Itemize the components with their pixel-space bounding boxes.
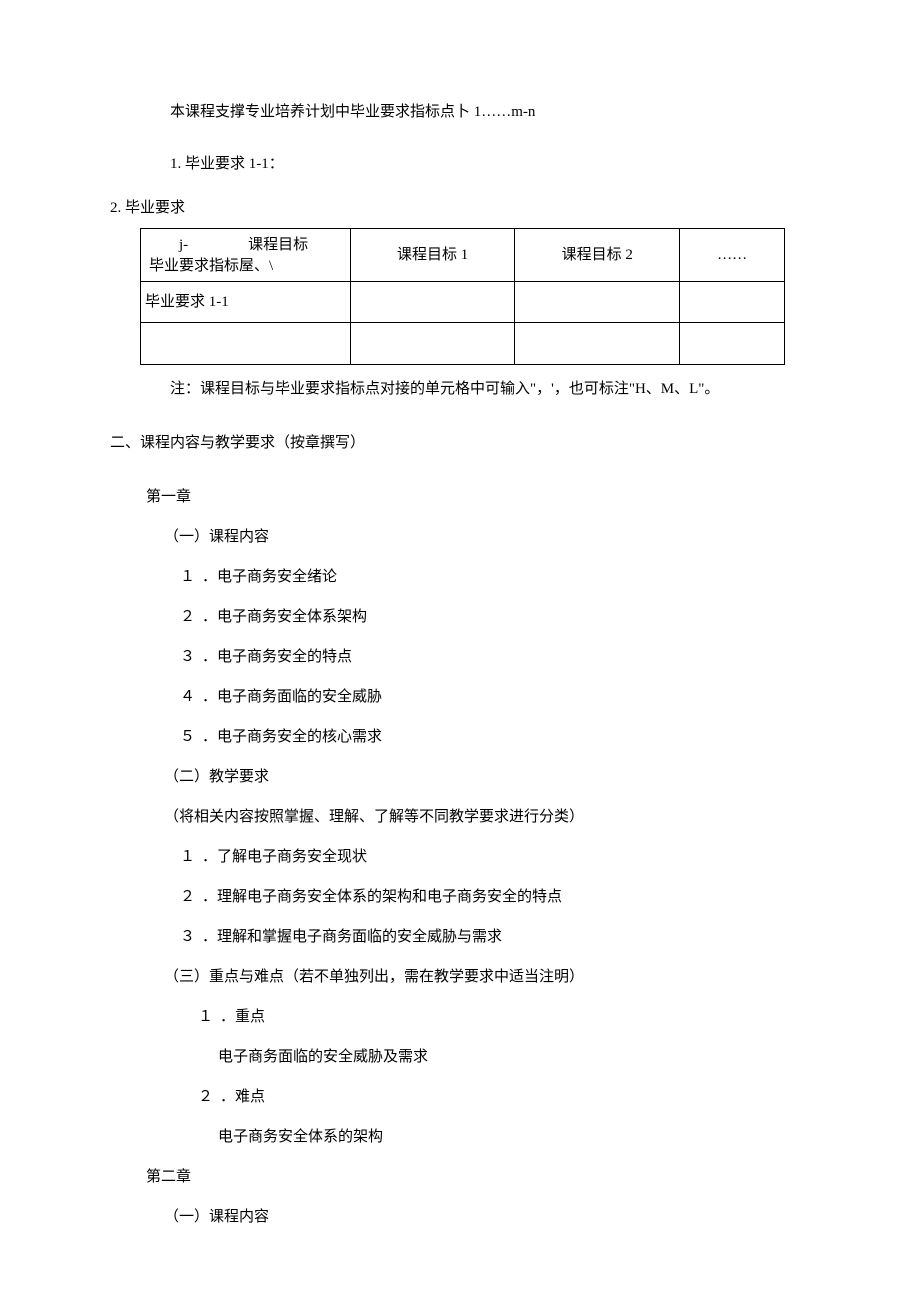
chapter-2-title: 第二章 [146,1165,810,1189]
item-text: ．了解电子商务安全现状 [202,849,367,865]
section-2-title: 二、课程内容与教学要求（按章撰写） [110,431,810,455]
header-top-label: j- 课程目标 [149,235,342,256]
list-item: ２．电子商务安全体系架构 [180,605,810,629]
table-header-row: j- 课程目标 毕业要求指标屋、\ 课程目标 1 课程目标 2 …… [141,229,785,282]
table-row [141,323,785,365]
item-number: ４ [180,685,202,709]
requirements-table: j- 课程目标 毕业要求指标屋、\ 课程目标 1 课程目标 2 …… 毕业要求 … [140,228,785,365]
ch1-heading-1: （一）课程内容 [164,525,810,549]
table-cell [350,282,515,323]
table-header-col3: 课程目标 2 [515,229,680,282]
item-text: ．理解和掌握电子商务面临的安全威胁与需求 [202,929,502,945]
table-cell [680,323,785,365]
ch1-heading-2: （二）教学要求 [164,765,810,789]
item-text: ．重点 [220,1009,265,1025]
key-point-text: 电子商务面临的安全威胁及需求 [218,1045,810,1069]
table-row: 毕业要求 1-1 [141,282,785,323]
table-cell [515,282,680,323]
table-cell [515,323,680,365]
difficulty-text: 电子商务安全体系的架构 [218,1125,810,1149]
list-item: ２．理解电子商务安全体系的架构和电子商务安全的特点 [180,885,810,909]
list-item: １．电子商务安全绪论 [180,565,810,589]
table-note: 注：课程目标与毕业要求指标点对接的单元格中可输入"，'，也可标注"H、M、L"。 [170,377,810,401]
item-text: ．电子商务面临的安全威胁 [202,689,382,705]
item-text: ．电子商务安全体系架构 [202,609,367,625]
list-item: ３．电子商务安全的特点 [180,645,810,669]
item-number: ２ [180,885,202,909]
table-cell [680,282,785,323]
list-item: ３．理解和掌握电子商务面临的安全威胁与需求 [180,925,810,949]
item-text: ．难点 [220,1089,265,1105]
item-number: ２ [180,605,202,629]
item-number: ３ [180,925,202,949]
requirement-1: 1. 毕业要求 1-1： [170,152,810,176]
table-header-col4: …… [680,229,785,282]
item-number: ５ [180,725,202,749]
list-item: ４．电子商务面临的安全威胁 [180,685,810,709]
item-text: ．电子商务安全绪论 [202,569,337,585]
table-cell [141,323,351,365]
item-number: １ [180,845,202,869]
item-number: １ [198,1005,220,1029]
item-number: １ [180,565,202,589]
item-text: ．理解电子商务安全体系的架构和电子商务安全的特点 [202,889,562,905]
chapter-1-title: 第一章 [146,485,810,509]
item-text: ．电子商务安全的特点 [202,649,352,665]
table-header-diag: j- 课程目标 毕业要求指标屋、\ [141,229,351,282]
requirement-2: 2. 毕业要求 [110,196,810,220]
list-item: ２．难点 [198,1085,810,1109]
ch2-heading-1: （一）课程内容 [164,1205,810,1229]
header-bottom-label: 毕业要求指标屋、\ [149,256,342,277]
ch1-heading-3: （三）重点与难点（若不单独列出，需在教学要求中适当注明） [164,965,810,989]
item-text: ．电子商务安全的核心需求 [202,729,382,745]
table-header-col2: 课程目标 1 [350,229,515,282]
list-item: １．重点 [198,1005,810,1029]
ch1-heading-2-note: （将相关内容按照掌握、理解、了解等不同教学要求进行分类） [164,805,810,829]
item-number: ３ [180,645,202,669]
intro-text: 本课程支撑专业培养计划中毕业要求指标点卜 1……m-n [170,100,810,124]
list-item: ５．电子商务安全的核心需求 [180,725,810,749]
table-cell [350,323,515,365]
item-number: ２ [198,1085,220,1109]
table-cell: 毕业要求 1-1 [141,282,351,323]
list-item: １．了解电子商务安全现状 [180,845,810,869]
